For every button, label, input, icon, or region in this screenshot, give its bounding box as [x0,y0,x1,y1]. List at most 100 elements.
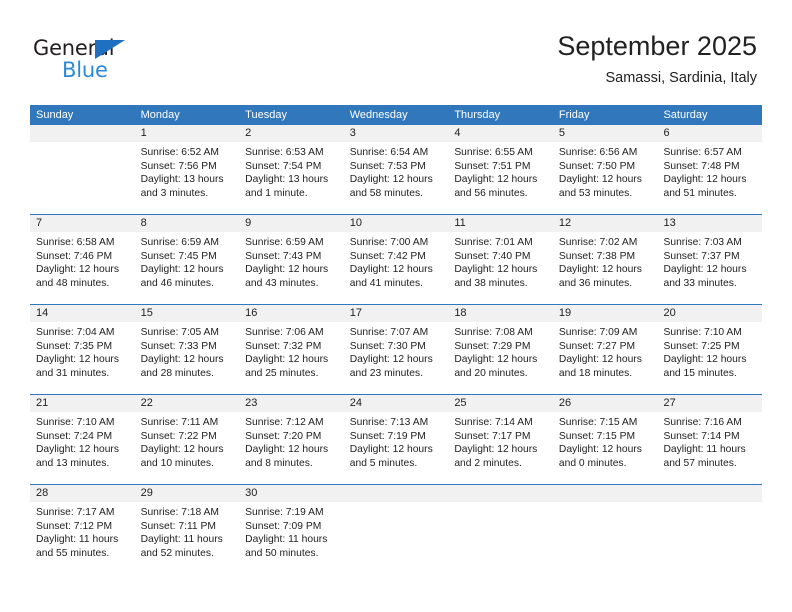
day-cell[interactable]: Sunrise: 7:06 AM Sunset: 7:32 PM Daylight:… [239,322,344,394]
day-cell[interactable]: Sunrise: 7:16 AM Sunset: 7:14 PM Daylight:… [657,412,762,484]
daylight-text: Daylight: 12 hours and 53 minutes. [558,174,642,199]
sunrise-text: Sunrise: 6:59 AM [245,237,324,248]
daylight-text: Daylight: 11 hours and 50 minutes. [245,534,328,559]
day-cell[interactable]: Sunrise: 7:17 AM Sunset: 7:12 PM Daylight:… [30,502,135,574]
day-number[interactable]: 28 [30,485,135,502]
day-cell[interactable]: Sunrise: 6:59 AM Sunset: 7:43 PM Daylight:… [239,232,344,304]
daylight-text: Daylight: 12 hours and 51 minutes. [663,174,747,199]
daylight-text: Daylight: 12 hours and 25 minutes. [245,354,329,379]
day-number[interactable]: 14 [30,305,135,322]
calendar-week-row: 7 8 9 10 11 12 13 Sunrise: 6:58 AM Sunset: 7:46 … [30,214,762,304]
day-cell[interactable]: Sunrise: 7:09 AM Sunset: 7:27 PM Daylight:… [553,322,658,394]
day-cell[interactable]: Sunrise: 6:54 AM Sunset: 7:53 PM Daylight:… [344,142,449,214]
day-cell[interactable]: Sunrise: 7:19 AM Sunset: 7:09 PM Daylight:… [239,502,344,574]
day-number[interactable]: 7 [30,215,135,232]
sunset-text: Sunset: 7:19 PM [349,430,426,442]
day-number-empty [344,485,449,502]
day-cell[interactable]: Sunrise: 7:10 AM Sunset: 7:25 PM Daylight:… [657,322,762,394]
day-cell-empty [344,502,449,574]
day-cell[interactable]: Sunrise: 7:11 AM Sunset: 7:22 PM Daylight:… [135,412,240,484]
sunset-text: Sunset: 7:51 PM [454,160,531,172]
day-number[interactable]: 24 [344,395,449,412]
sunset-text: Sunset: 7:54 PM [245,160,322,172]
generalblue-logo[interactable]: General Blue [33,36,153,84]
day-cell[interactable]: Sunrise: 7:01 AM Sunset: 7:40 PM Daylight:… [448,232,553,304]
day-cell[interactable]: Sunrise: 7:02 AM Sunset: 7:38 PM Daylight:… [553,232,658,304]
day-number[interactable]: 12 [553,215,658,232]
daylight-text: Daylight: 11 hours and 55 minutes. [36,534,119,559]
day-number[interactable]: 6 [657,125,762,142]
daylight-text: Daylight: 13 hours and 3 minutes. [140,174,224,199]
day-number[interactable]: 25 [448,395,553,412]
day-number[interactable]: 10 [344,215,449,232]
day-cell[interactable]: Sunrise: 7:13 AM Sunset: 7:19 PM Daylight:… [344,412,449,484]
day-cell[interactable]: Sunrise: 7:14 AM Sunset: 7:17 PM Daylight:… [448,412,553,484]
day-number[interactable]: 3 [344,125,449,142]
sunset-text: Sunset: 7:33 PM [140,340,217,352]
day-number-empty [553,485,658,502]
day-cell[interactable]: Sunrise: 7:03 AM Sunset: 7:37 PM Daylight:… [657,232,762,304]
sunrise-text: Sunrise: 7:18 AM [140,507,219,518]
day-number[interactable]: 13 [657,215,762,232]
sunrise-text: Sunrise: 7:10 AM [36,417,115,428]
day-number[interactable]: 23 [239,395,344,412]
daylight-text: Daylight: 12 hours and 38 minutes. [454,264,538,289]
day-number[interactable]: 19 [553,305,658,322]
sunrise-text: Sunrise: 7:07 AM [349,327,429,338]
day-cell[interactable]: Sunrise: 6:52 AM Sunset: 7:56 PM Daylight:… [135,142,240,214]
day-number[interactable]: 22 [135,395,240,412]
day-cell[interactable]: Sunrise: 7:12 AM Sunset: 7:20 PM Daylight:… [239,412,344,484]
day-number[interactable]: 29 [135,485,240,502]
day-cell[interactable]: Sunrise: 6:53 AM Sunset: 7:54 PM Daylight:… [239,142,344,214]
day-cell[interactable]: Sunrise: 7:08 AM Sunset: 7:29 PM Daylight:… [448,322,553,394]
day-number[interactable]: 20 [657,305,762,322]
day-number[interactable]: 16 [239,305,344,322]
page-subtitle: Samassi, Sardinia, Italy [605,70,757,86]
daylight-text: Daylight: 12 hours and 56 minutes. [454,174,538,199]
sunset-text: Sunset: 7:40 PM [454,250,531,262]
day-cell[interactable]: Sunrise: 6:56 AM Sunset: 7:50 PM Daylight:… [553,142,658,214]
sunrise-text: Sunrise: 7:09 AM [558,327,638,338]
daylight-text: Daylight: 12 hours and 58 minutes. [349,174,433,199]
day-number[interactable]: 26 [553,395,658,412]
day-cell[interactable]: Sunrise: 7:10 AM Sunset: 7:24 PM Daylight:… [30,412,135,484]
sunset-text: Sunset: 7:09 PM [245,520,322,532]
sunrise-text: Sunrise: 7:00 AM [349,237,429,248]
day-cell[interactable]: Sunrise: 7:04 AM Sunset: 7:35 PM Daylight:… [30,322,135,394]
day-number[interactable]: 17 [344,305,449,322]
day-number[interactable]: 4 [448,125,553,142]
sunrise-text: Sunrise: 7:15 AM [558,417,638,428]
calendar-page: General Blue September 2025 Samassi, Sar… [0,0,792,612]
day-number[interactable]: 21 [30,395,135,412]
day-number[interactable]: 27 [657,395,762,412]
daylight-text: Daylight: 12 hours and 43 minutes. [245,264,329,289]
sunset-text: Sunset: 7:11 PM [140,520,216,532]
day-cell[interactable]: Sunrise: 7:15 AM Sunset: 7:15 PM Daylight:… [553,412,658,484]
sunset-text: Sunset: 7:12 PM [36,520,113,532]
day-cell[interactable]: Sunrise: 7:00 AM Sunset: 7:42 PM Daylight:… [344,232,449,304]
sunrise-text: Sunrise: 6:55 AM [454,147,533,158]
calendar-weeks: 1 2 3 4 5 6 Sunrise: 6:52 AM Sunset: 7:56 PM Day… [30,125,762,574]
sunrise-text: Sunrise: 6:53 AM [245,147,324,158]
day-number[interactable]: 15 [135,305,240,322]
week-detail-band: Sunrise: 7:10 AM Sunset: 7:24 PM Daylight:… [30,412,762,484]
day-number[interactable]: 11 [448,215,553,232]
day-cell[interactable]: Sunrise: 6:58 AM Sunset: 7:46 PM Daylight:… [30,232,135,304]
sunrise-text: Sunrise: 6:52 AM [140,147,219,158]
day-number[interactable]: 18 [448,305,553,322]
sunset-text: Sunset: 7:43 PM [245,250,322,262]
daylight-text: Daylight: 12 hours and 36 minutes. [558,264,642,289]
day-number[interactable]: 8 [135,215,240,232]
day-number[interactable]: 5 [553,125,658,142]
day-cell[interactable]: Sunrise: 6:57 AM Sunset: 7:48 PM Daylight:… [657,142,762,214]
day-number[interactable]: 2 [239,125,344,142]
day-number[interactable]: 1 [135,125,240,142]
day-cell[interactable]: Sunrise: 6:59 AM Sunset: 7:45 PM Daylight:… [135,232,240,304]
day-cell[interactable]: Sunrise: 6:55 AM Sunset: 7:51 PM Daylight:… [448,142,553,214]
day-cell[interactable]: Sunrise: 7:18 AM Sunset: 7:11 PM Daylight:… [135,502,240,574]
day-cell[interactable]: Sunrise: 7:07 AM Sunset: 7:30 PM Daylight:… [344,322,449,394]
day-number[interactable]: 30 [239,485,344,502]
day-number[interactable]: 9 [239,215,344,232]
day-cell[interactable]: Sunrise: 7:05 AM Sunset: 7:33 PM Daylight:… [135,322,240,394]
sunrise-text: Sunrise: 7:14 AM [454,417,533,428]
